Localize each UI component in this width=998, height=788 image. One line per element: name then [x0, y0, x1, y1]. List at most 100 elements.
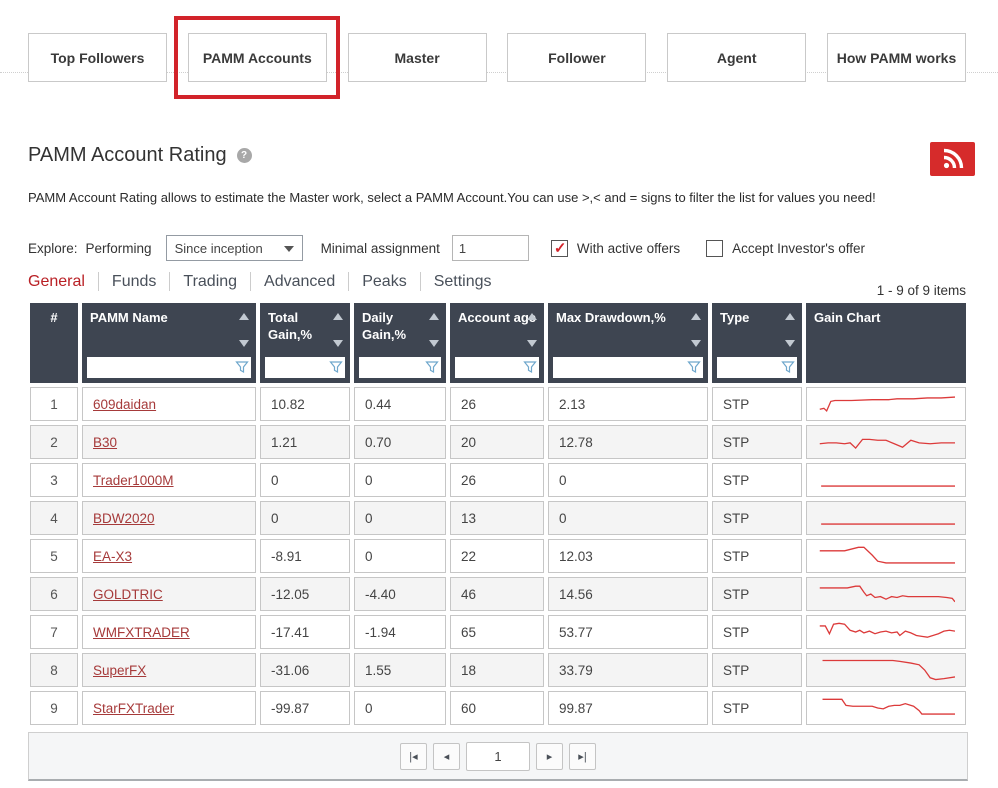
- with-active-offers-checkbox[interactable]: [551, 240, 568, 257]
- tab-advanced[interactable]: Advanced: [251, 273, 348, 291]
- first-page-button[interactable]: |◂: [400, 743, 427, 770]
- tab-settings[interactable]: Settings: [421, 273, 505, 291]
- max-drawdown-cell: 0: [548, 501, 708, 535]
- sort-up-icon[interactable]: [429, 313, 439, 320]
- filter-funnel-icon[interactable]: [235, 360, 249, 374]
- account-age-cell: 60: [450, 691, 544, 725]
- nav-button-pamm-accounts[interactable]: PAMM Accounts: [188, 33, 327, 82]
- gain-chart-cell: [806, 691, 966, 725]
- sort-up-icon[interactable]: [527, 313, 537, 320]
- pamm-name-link[interactable]: StarFXTrader: [93, 701, 174, 716]
- column-header-daily-gain[interactable]: Daily Gain,%: [354, 303, 446, 383]
- column-label: Daily Gain,%: [362, 310, 406, 342]
- table-row: 5 EA-X3 -8.91 0 22 12.03 STP: [30, 539, 966, 573]
- pagination-bar: |◂ ◂ ▸ ▸|: [28, 732, 968, 781]
- sort-down-icon[interactable]: [333, 340, 343, 347]
- pamm-name-cell: StarFXTrader: [82, 691, 256, 725]
- sort-down-icon[interactable]: [691, 340, 701, 347]
- rss-icon[interactable]: [930, 142, 975, 176]
- daily-gain-cell: 0.70: [354, 425, 446, 459]
- row-number: 3: [30, 463, 78, 497]
- account-age-cell: 46: [450, 577, 544, 611]
- account-age-cell: 65: [450, 615, 544, 649]
- pamm-name-link[interactable]: WMFXTRADER: [93, 625, 190, 640]
- tab-peaks[interactable]: Peaks: [349, 273, 419, 291]
- filter-funnel-icon[interactable]: [781, 360, 795, 374]
- gain-sparkline: [817, 391, 955, 417]
- table-row: 6 GOLDTRIC -12.05 -4.40 46 14.56 STP: [30, 577, 966, 611]
- sort-up-icon[interactable]: [239, 313, 249, 320]
- tab-funds[interactable]: Funds: [99, 273, 169, 291]
- sort-down-icon[interactable]: [239, 340, 249, 347]
- gain-chart-cell: [806, 501, 966, 535]
- type-cell: STP: [712, 387, 802, 421]
- total-gain-cell: 10.82: [260, 387, 350, 421]
- gain-sparkline: [817, 619, 955, 645]
- filter-funnel-icon[interactable]: [329, 360, 343, 374]
- type-cell: STP: [712, 653, 802, 687]
- sort-up-icon[interactable]: [333, 313, 343, 320]
- rating-grid: # PAMM Name Total Gain,%: [26, 299, 970, 729]
- pamm-name-link[interactable]: SuperFX: [93, 663, 146, 678]
- daily-gain-cell: 0: [354, 501, 446, 535]
- column-header-pamm-name[interactable]: PAMM Name: [82, 303, 256, 383]
- filter-funnel-icon[interactable]: [425, 360, 439, 374]
- pamm-name-link[interactable]: 609daidan: [93, 397, 156, 412]
- sort-up-icon[interactable]: [785, 313, 795, 320]
- column-header-total-gain[interactable]: Total Gain,%: [260, 303, 350, 383]
- pamm-name-link[interactable]: Trader1000M: [93, 473, 174, 488]
- prev-page-button[interactable]: ◂: [433, 743, 460, 770]
- pamm-name-link[interactable]: EA-X3: [93, 549, 132, 564]
- sort-down-icon[interactable]: [527, 340, 537, 347]
- top-navigation: Top Followers PAMM Accounts Master Follo…: [28, 33, 966, 82]
- minimal-assignment-input[interactable]: [452, 235, 529, 261]
- explore-value: Performing: [86, 241, 152, 256]
- column-header-type[interactable]: Type: [712, 303, 802, 383]
- gain-sparkline: [817, 505, 955, 531]
- tab-trading[interactable]: Trading: [170, 273, 250, 291]
- help-icon[interactable]: ?: [237, 148, 252, 163]
- nav-button-agent[interactable]: Agent: [667, 33, 806, 82]
- accept-investors-offer-checkbox[interactable]: [706, 240, 723, 257]
- pamm-name-link[interactable]: BDW2020: [93, 511, 155, 526]
- gain-chart-cell: [806, 577, 966, 611]
- max-drawdown-filter-input[interactable]: [553, 357, 703, 378]
- pamm-name-link[interactable]: GOLDTRIC: [93, 587, 163, 602]
- account-age-cell: 26: [450, 463, 544, 497]
- with-active-offers-label[interactable]: With active offers: [577, 241, 680, 256]
- sort-up-icon[interactable]: [691, 313, 701, 320]
- nav-button-master[interactable]: Master: [348, 33, 487, 82]
- gain-sparkline: [817, 657, 955, 683]
- filter-funnel-icon[interactable]: [687, 360, 701, 374]
- pamm-name-cell: B30: [82, 425, 256, 459]
- last-page-button[interactable]: ▸|: [569, 743, 596, 770]
- account-age-cell: 26: [450, 387, 544, 421]
- gain-chart-cell: [806, 463, 966, 497]
- column-header-max-drawdown[interactable]: Max Drawdown,%: [548, 303, 708, 383]
- account-age-cell: 20: [450, 425, 544, 459]
- total-gain-cell: -99.87: [260, 691, 350, 725]
- pamm-rating-page: Top Followers PAMM Accounts Master Follo…: [0, 0, 998, 788]
- pamm-name-cell: EA-X3: [82, 539, 256, 573]
- pamm-name-cell: WMFXTRADER: [82, 615, 256, 649]
- nav-button-top-followers[interactable]: Top Followers: [28, 33, 167, 82]
- page-number-input[interactable]: [466, 742, 530, 771]
- column-header-number: #: [30, 303, 78, 383]
- pamm-name-filter-input[interactable]: [87, 357, 251, 378]
- gain-sparkline: [817, 581, 955, 607]
- nav-button-how-pamm-works[interactable]: How PAMM works: [827, 33, 966, 82]
- nav-button-follower[interactable]: Follower: [507, 33, 646, 82]
- accept-investors-offer-label[interactable]: Accept Investor's offer: [732, 241, 865, 256]
- pamm-name-link[interactable]: B30: [93, 435, 117, 450]
- type-cell: STP: [712, 615, 802, 649]
- period-select[interactable]: Since inception: [166, 235, 303, 261]
- sort-down-icon[interactable]: [429, 340, 439, 347]
- tab-general[interactable]: General: [28, 273, 98, 291]
- filter-funnel-icon[interactable]: [523, 360, 537, 374]
- header-row: # PAMM Name Total Gain,%: [30, 303, 966, 383]
- sort-down-icon[interactable]: [785, 340, 795, 347]
- next-page-button[interactable]: ▸: [536, 743, 563, 770]
- column-header-account-age[interactable]: Account age: [450, 303, 544, 383]
- gain-sparkline: [817, 429, 955, 455]
- row-number: 1: [30, 387, 78, 421]
